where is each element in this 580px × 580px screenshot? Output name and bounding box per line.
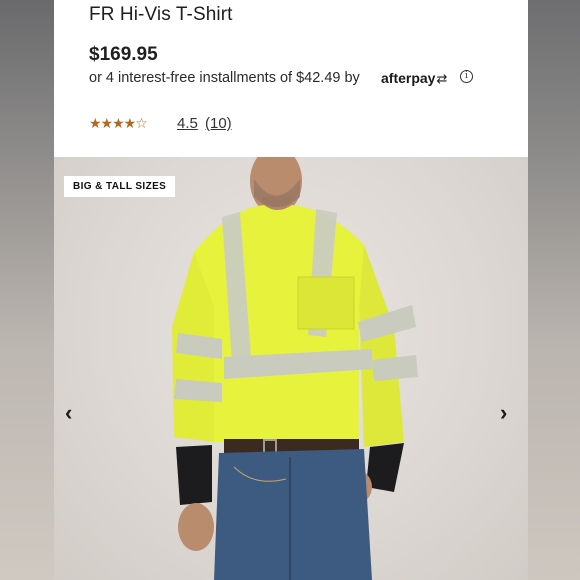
afterpay-logo[interactable]: afterpay⇄ [381,70,447,87]
star-rating-icon: ★★★★☆ [89,115,148,131]
info-icon[interactable]: i [460,70,473,83]
afterpay-arrows-icon: ⇄ [436,71,448,86]
background-right [528,0,580,580]
background-left [0,0,54,580]
product-image-carousel[interactable]: BIG & TALL SIZES ‹ › [54,157,528,580]
afterpay-label: afterpay [381,70,436,86]
installments-text: or 4 interest-free installments of $42.4… [89,70,360,86]
chevron-right-icon[interactable]: › [500,400,507,426]
product-photo [172,157,418,580]
product-title: FR Hi-Vis T-Shirt [89,4,233,25]
review-count-link[interactable]: (10) [205,115,232,132]
product-price: $169.95 [89,44,158,65]
big-tall-sizes-badge: BIG & TALL SIZES [64,176,176,197]
chevron-left-icon[interactable]: ‹ [65,400,72,426]
product-info-card: FR Hi-Vis T-Shirt $169.95 or 4 interest-… [54,0,528,157]
rating-value-link[interactable]: 4.5 [177,115,198,132]
